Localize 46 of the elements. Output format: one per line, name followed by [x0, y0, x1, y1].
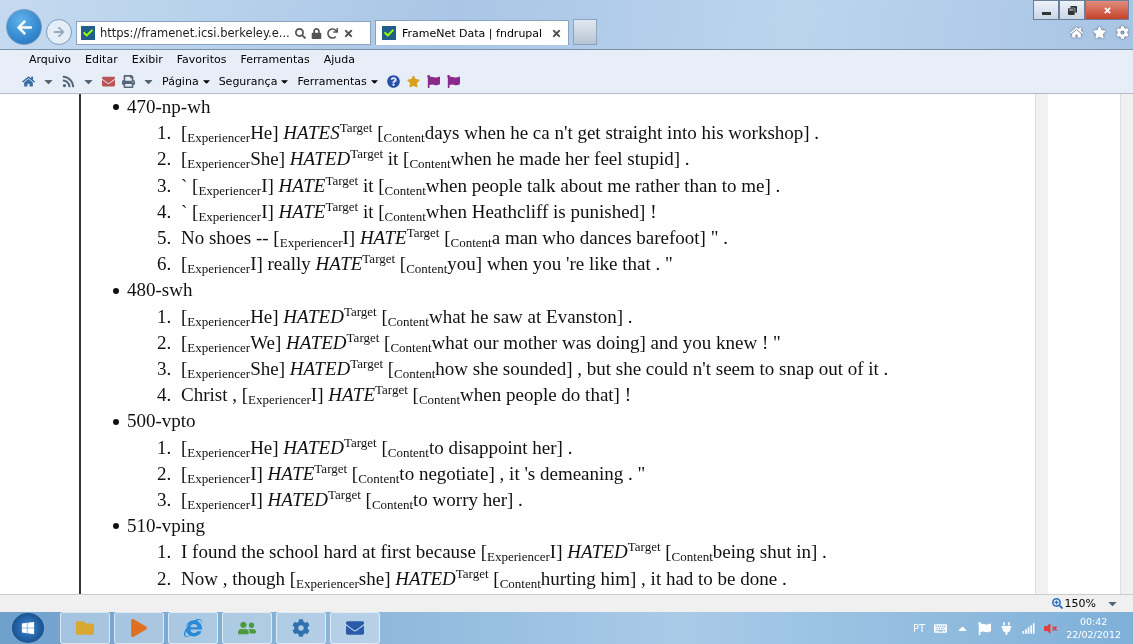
item-number: 1.	[157, 435, 173, 460]
annotated-sentence: Christ , [$_{Experiencer}$I] HATE$^{Target}$ [$_{Content}$when people do that] !	[181, 382, 631, 409]
address-bar[interactable]: https://framenet.icsi.berkeley.e...	[76, 21, 371, 45]
group-heading: 480-swh	[127, 278, 193, 303]
item-number: 3.	[157, 173, 173, 198]
browser-tab[interactable]: FrameNet Data | fndrupal	[375, 20, 569, 45]
annotated-sentence: [$_{Experiencer}$He] HATED$^{Target}$ [$_{Content}$what he saw at Evanston] .	[181, 303, 633, 330]
annotated-sentence: ` [$_{Experiencer}$I] HATE$^{Target}$ it [$_{Content}$when people talk about me rather than to me] .	[181, 172, 781, 199]
group-heading: 510-vping	[127, 514, 206, 539]
menu-item[interactable]: Favoritos	[169, 53, 234, 66]
item-number: 1.	[157, 304, 173, 329]
annotated-sentence: [$_{Experiencer}$He] HATES$^{Target}$ [$_{Content}$days when he ca n't get straight into his workshop] .	[181, 120, 820, 147]
item-number: 2.	[157, 330, 173, 355]
menu-item[interactable]: Exibir	[124, 53, 170, 66]
annotated-sentence: [$_{Experiencer}$She] HATED$^{Target}$ it [$_{Content}$when he made her feel stupid] .	[181, 146, 690, 173]
item-number: 4.	[157, 383, 173, 408]
toolbar-menu[interactable]: Segurança	[218, 74, 291, 88]
item-number: 2.	[157, 461, 173, 486]
annotated-sentence: [$_{Experiencer}$I] HATE$^{Target}$ [$_{Content}$to negotiate] , it 's demeaning . "	[181, 460, 646, 488]
item-number: 6.	[157, 252, 173, 277]
menu-item[interactable]: Editar	[78, 53, 125, 66]
item-number: 5.	[157, 226, 173, 250]
zoom-control[interactable]: 150%	[1051, 597, 1096, 610]
item-number: 1.	[157, 121, 173, 146]
annotated-sentence: [$_{Experiencer}$I] really HATE$^{Target}$ [$_{Content}$you] when you 're like that . "	[181, 251, 673, 278]
toolbar-menu[interactable]: Página	[162, 74, 212, 88]
menu-item[interactable]: Ajuda	[316, 53, 363, 66]
item-number: 4.	[157, 199, 173, 224]
annotated-sentence: [$_{Experiencer}$She] HATED$^{Target}$ [$_{Content}$how she sounded] , but she could n't seem to snap out of it .	[181, 356, 889, 383]
item-number: 1.	[157, 540, 173, 565]
annotated-sentence: [$_{Experiencer}$He] HATED$^{Target}$ [$_{Content}$to disappoint her] .	[181, 434, 573, 461]
menu-item[interactable]: Ferramentas	[233, 53, 317, 66]
annotated-sentence: ` [$_{Experiencer}$I] HATE$^{Target}$ it [$_{Content}$when Heathcliff is punished] !	[181, 198, 657, 225]
annotated-sentence: [$_{Experiencer}$I] HATED$^{Target}$ [$_{Content}$to worry her] .	[181, 487, 523, 514]
item-number: 3.	[157, 488, 173, 513]
menu-item[interactable]: Arquivo	[22, 53, 79, 66]
annotated-sentence: Now , though [$_{Experiencer}$she] HATED$^{Target}$ [$_{Content}$hurting him] , it had to be done .	[181, 565, 787, 592]
item-number: 3.	[157, 357, 173, 382]
group-heading: 500-vpto	[127, 409, 196, 434]
annotated-sentence: [$_{Experiencer}$We] HATED$^{Target}$ [$_{Content}$what our mother was doing] and you knew ! "	[181, 329, 781, 357]
annotated-sentence: No shoes -- [$_{Experiencer}$I] HATE$^{Target}$ [$_{Content}$a man who dances barefoot] " .	[181, 225, 728, 252]
item-number: 2.	[157, 566, 173, 591]
toolbar-menu[interactable]: Ferramentas	[297, 74, 380, 88]
item-number: 2.	[157, 147, 173, 172]
annotated-sentence: I found the school hard at first because [$_{Experiencer}$I] HATED$^{Target}$ [$_{Content}$being shut in] .	[181, 539, 827, 566]
group-heading: 470-np-wh	[127, 95, 211, 119]
